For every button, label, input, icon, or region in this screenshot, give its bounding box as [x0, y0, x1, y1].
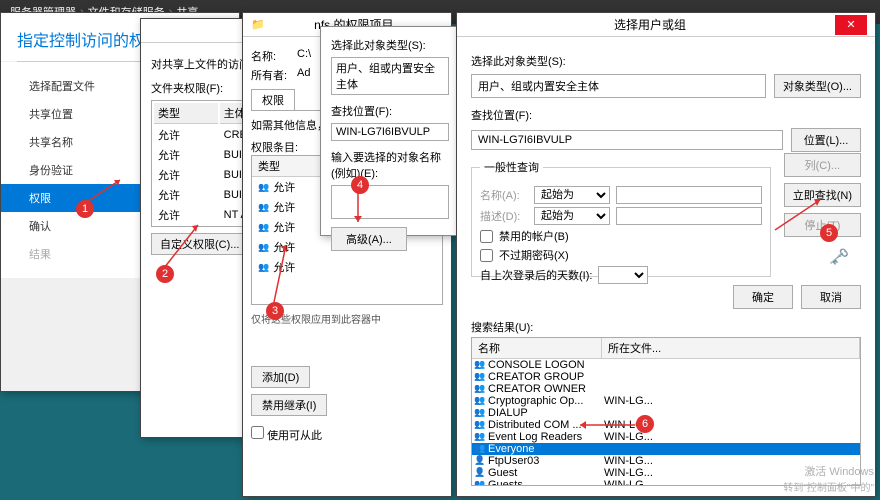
- customize-permissions-button[interactable]: 自定义权限(C)...: [151, 233, 248, 255]
- object-type-field: 用户、组或内置安全主体: [471, 74, 766, 98]
- result-row[interactable]: CREATOR GROUP: [472, 371, 860, 383]
- location-field: WIN-LG7I6IBVULP: [471, 130, 783, 150]
- columns-button[interactable]: 列(C)...: [784, 153, 861, 177]
- noexpire-label: 不过期密码(X): [499, 247, 569, 263]
- key-icon: 🗝️: [829, 247, 849, 267]
- noexpire-checkbox[interactable]: [480, 249, 493, 262]
- name-input[interactable]: [616, 186, 762, 204]
- add-button[interactable]: 添加(D): [251, 366, 310, 388]
- user-icon: [258, 261, 269, 273]
- result-row[interactable]: Distributed COM ...WIN-LG...: [472, 419, 860, 431]
- group-icon: [474, 383, 488, 395]
- object-type-label: 选择此对象类型(S):: [331, 37, 449, 53]
- result-row[interactable]: FtpUser03WIN-LG...: [472, 455, 860, 467]
- advanced-button[interactable]: 高级(A)...: [331, 227, 407, 251]
- folder-icon: 📁: [251, 18, 265, 31]
- col-type[interactable]: 类型: [154, 103, 218, 124]
- location-label: 查找位置(F):: [331, 103, 449, 119]
- group-icon: [474, 419, 488, 431]
- person-icon: [474, 467, 488, 479]
- user-icon: [258, 181, 269, 193]
- window-title: 选择用户或组: [465, 16, 835, 33]
- results-label: 搜索结果(U):: [471, 319, 861, 335]
- group-icon: [474, 479, 488, 486]
- user-icon: [258, 241, 269, 253]
- object-type-label: 选择此对象类型(S):: [471, 53, 861, 69]
- apply-note: 仅将这些权限应用到此容器中: [251, 311, 443, 326]
- query-criteria-fieldset: 一般性查询 名称(A): 起始为 描述(D): 起始为 禁用的帐户(B) 不过期…: [471, 159, 771, 277]
- group-icon: [474, 395, 488, 407]
- desc-label: 描述(D):: [480, 208, 528, 224]
- group-icon: [474, 431, 488, 443]
- col-name[interactable]: 名称: [472, 338, 602, 358]
- object-name-label: 输入要选择的对象名称(例如)(E):: [331, 149, 449, 181]
- result-row[interactable]: CREATOR OWNER: [472, 383, 860, 395]
- name-label: 名称(A):: [480, 187, 528, 203]
- find-now-button[interactable]: 立即查找(N): [784, 183, 861, 207]
- desc-input[interactable]: [616, 207, 762, 225]
- days-select[interactable]: [598, 266, 648, 284]
- result-row[interactable]: CONSOLE LOGON: [472, 359, 860, 371]
- cancel-button[interactable]: 取消: [801, 285, 861, 309]
- group-icon: [474, 407, 488, 419]
- object-type-field: 用户、组或内置安全主体: [331, 57, 449, 95]
- desc-match-select[interactable]: 起始为: [534, 207, 610, 225]
- select-users-groups-dialog: 选择用户或组 ✕ 选择此对象类型(S): 用户、组或内置安全主体 对象类型(O)…: [456, 12, 876, 497]
- owner-value: Ad: [297, 67, 310, 83]
- disable-inherit-button[interactable]: 禁用继承(I): [251, 394, 327, 416]
- result-row[interactable]: GuestsWIN-LG...: [472, 479, 860, 486]
- result-row[interactable]: Everyone: [472, 443, 860, 455]
- permission-entry[interactable]: 允许: [252, 257, 442, 277]
- group-icon: [474, 371, 488, 383]
- disabled-accounts-checkbox[interactable]: [480, 230, 493, 243]
- result-row[interactable]: Event Log ReadersWIN-LG...: [472, 431, 860, 443]
- group-icon: [474, 359, 488, 371]
- name-label: 名称:: [251, 48, 291, 64]
- location-label: 查找位置(F):: [471, 107, 861, 123]
- criteria-legend: 一般性查询: [480, 159, 543, 175]
- search-results-list[interactable]: 名称 所在文件... CONSOLE LOGONCREATOR GROUPCRE…: [471, 337, 861, 486]
- user-icon: [258, 201, 269, 213]
- location-field: WIN-LG7I6IBVULP: [331, 123, 449, 141]
- replace-label: 使用可从此: [267, 430, 322, 442]
- col-folder[interactable]: 所在文件...: [602, 338, 860, 358]
- user-icon: [258, 221, 269, 233]
- close-icon[interactable]: ✕: [835, 15, 867, 35]
- object-types-button[interactable]: 对象类型(O)...: [774, 74, 861, 98]
- name-value: C:\: [297, 48, 311, 64]
- result-row[interactable]: Cryptographic Op...WIN-LG...: [472, 395, 860, 407]
- result-row[interactable]: GuestWIN-LG...: [472, 467, 860, 479]
- owner-label: 所有者:: [251, 67, 291, 83]
- titlebar[interactable]: 选择用户或组 ✕: [457, 13, 875, 37]
- days-label: 自上次登录后的天数(I):: [480, 267, 592, 283]
- select-object-small-dialog: 选择此对象类型(S): 用户、组或内置安全主体 查找位置(F): WIN-LG7…: [320, 26, 460, 236]
- result-row[interactable]: DIALUP: [472, 407, 860, 419]
- name-match-select[interactable]: 起始为: [534, 186, 610, 204]
- tab-permissions[interactable]: 权限: [251, 89, 295, 110]
- disabled-accounts-label: 禁用的帐户(B): [499, 228, 569, 244]
- locations-button[interactable]: 位置(L)...: [791, 128, 861, 152]
- person-icon: [474, 455, 488, 467]
- object-name-input[interactable]: [331, 185, 449, 219]
- replace-checkbox[interactable]: [251, 426, 264, 439]
- group-icon: [474, 443, 488, 455]
- stop-button[interactable]: 停止(T): [784, 213, 861, 237]
